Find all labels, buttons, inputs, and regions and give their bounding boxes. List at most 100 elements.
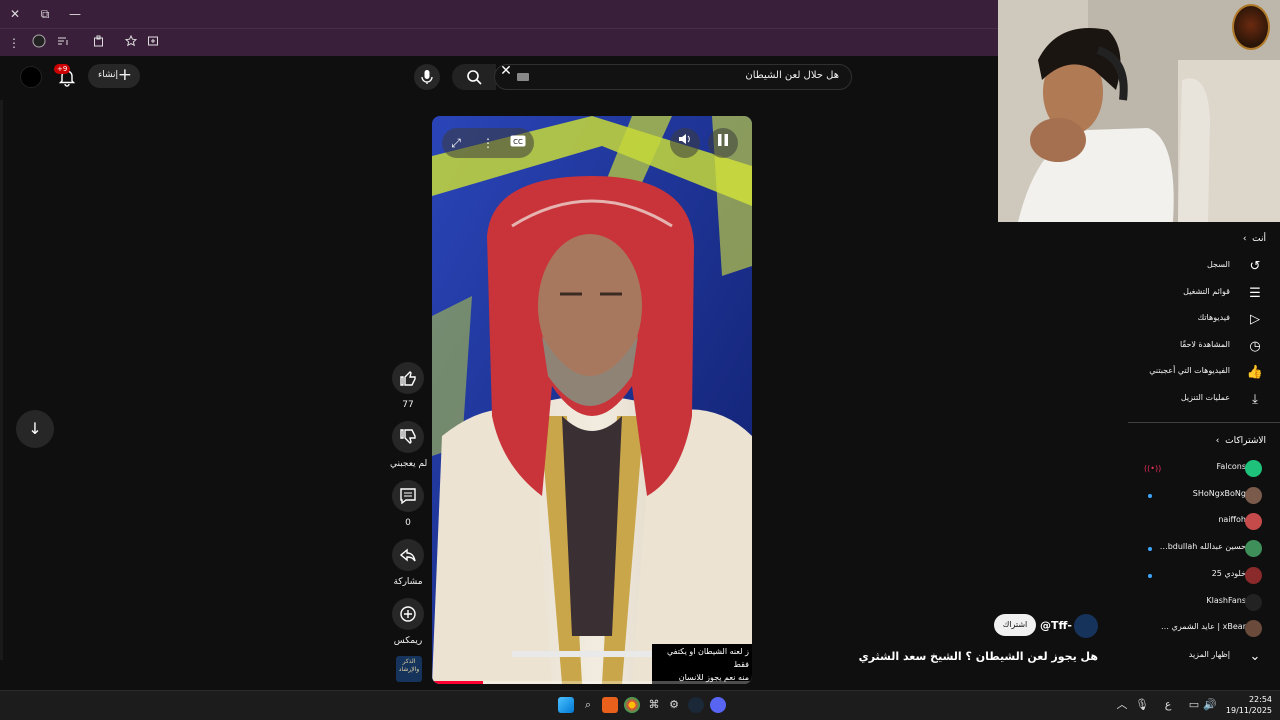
svg-text:CC: CC — [513, 138, 523, 146]
sidebar-item-label: المشاهدة لاحقًا — [1179, 339, 1230, 349]
reading-list-icon[interactable] — [54, 34, 72, 52]
sidebar-item-label: الفيديوهات التي أعجبتني — [1149, 366, 1230, 376]
subscription-name: xBear | عايد الشمري … — [1161, 622, 1246, 632]
pause-icon[interactable] — [711, 131, 735, 155]
sidebar-item-history[interactable]: السجل ↺ — [1128, 254, 1278, 280]
clear-search-icon[interactable]: ✕ — [498, 63, 514, 79]
remix-label: ريمكس — [393, 636, 423, 646]
sidebar-item-watch-later[interactable]: المشاهدة لاحقًا ◷ — [1128, 334, 1278, 360]
new-content-dot — [1148, 573, 1152, 578]
dislike-icon[interactable] — [392, 421, 424, 453]
sound-channel-thumbnail[interactable]: الذكر والإرشاد — [396, 656, 422, 682]
subscription-avatar — [1245, 566, 1262, 584]
dislike-action[interactable]: لم يعجبني — [390, 421, 428, 469]
voice-search-button[interactable] — [414, 64, 440, 90]
video-caption: ز لعنه الشيطان او يكتفي فقط منه نعم يجوز… — [652, 644, 752, 684]
sidebar-item-your-videos[interactable]: فيديوهاتك ▷ — [1128, 307, 1278, 333]
video-progress-fill — [432, 681, 484, 684]
like-count: 77 — [402, 400, 414, 410]
subscription-avatar — [1245, 593, 1262, 611]
bookmark-star-icon[interactable] — [122, 34, 140, 52]
app-icon-orange[interactable] — [602, 697, 618, 713]
display-icon[interactable]: ▭ — [1186, 697, 1202, 713]
subscription-name: SHoNgxBoNg — [1192, 488, 1246, 498]
subscription-name: حسين عبدالله bdullah… — [1159, 542, 1246, 552]
chevron-up-icon[interactable]: ︿ — [1114, 697, 1130, 713]
remix-action[interactable]: ريمكس — [390, 598, 426, 646]
system-clock[interactable]: 22:54 19/11/2025 — [1226, 694, 1272, 716]
comments-count: 0 — [405, 518, 411, 528]
your-videos-icon: ▷ — [1250, 312, 1260, 328]
shorts-video-player[interactable]: ⤢ ⋮ CC ز لعنه الشيطان او يكتفي فقط منه ن… — [432, 116, 752, 684]
share-icon[interactable] — [392, 539, 424, 571]
subscription-item[interactable]: naiffoh — [1128, 509, 1278, 535]
channel-handle[interactable]: @Tff- — [1040, 619, 1072, 632]
subscription-item[interactable]: حسين عبدالله bdullah… — [1128, 536, 1278, 562]
subscribe-button[interactable]: اشتراك — [994, 614, 1036, 636]
channel-avatar[interactable] — [1074, 614, 1098, 638]
subscription-item[interactable]: ((•)) Falcons — [1128, 456, 1278, 482]
share-label: مشاركة — [393, 577, 423, 587]
profile-icon[interactable] — [30, 34, 48, 52]
restore-icon[interactable]: ⧉ — [36, 5, 54, 23]
windows-taskbar: ⌕ ⌘ ⚙ ︿ 🎙 ع ▭ 🔊 22:54 19/11/2025 — [0, 690, 1280, 720]
search-input[interactable]: هل حلال لعن الشيطان — [494, 64, 852, 90]
comments-icon[interactable] — [392, 480, 424, 512]
taskbar-search-icon[interactable]: ⌕ — [580, 697, 596, 713]
speaker-icon[interactable]: 🔊 — [1202, 697, 1218, 713]
menu-icon[interactable]: ⋮ — [5, 34, 23, 52]
browser-toolbar: ⋮ — [0, 28, 1000, 56]
video-progress-bar[interactable] — [432, 681, 752, 684]
like-action[interactable]: 77 — [390, 362, 426, 410]
dislike-label: لم يعجبني — [390, 459, 428, 469]
subscription-name: Falcons — [1216, 462, 1246, 471]
subscription-avatar — [1245, 486, 1262, 504]
mic-icon — [421, 70, 433, 84]
sidebar-item-liked-videos[interactable]: الفيديوهات التي أعجبتني 👍 — [1128, 360, 1278, 386]
subscription-avatar — [1245, 540, 1262, 558]
volume-icon[interactable] — [673, 131, 697, 155]
like-icon[interactable] — [392, 362, 424, 394]
clock-time: 22:54 — [1248, 695, 1272, 704]
subscriptions-heading[interactable]: الاشتراكات › — [1216, 436, 1266, 446]
downloads-icon: ⤓ — [1252, 392, 1258, 407]
next-short-button[interactable]: ↓ — [16, 410, 54, 448]
steam-icon[interactable] — [688, 697, 704, 713]
windows-start-icon[interactable] — [558, 697, 574, 713]
gamepad-icon[interactable]: ⌘ — [646, 697, 662, 713]
you-section-heading[interactable]: أنت › — [1243, 234, 1266, 244]
input-language[interactable]: ع — [1160, 697, 1176, 713]
volume-control — [670, 128, 700, 158]
extensions-icon[interactable] — [90, 34, 108, 52]
show-more-button[interactable]: إظهار المزيد ⌄ — [1128, 644, 1278, 670]
clock-date: 19/11/2025 — [1225, 706, 1272, 715]
account-avatar[interactable] — [20, 66, 42, 88]
search-button[interactable] — [452, 64, 496, 90]
remix-icon[interactable] — [392, 598, 424, 630]
keyboard-icon[interactable] — [517, 73, 529, 81]
share-action[interactable]: مشاركة — [390, 539, 426, 587]
subscription-item[interactable]: KlashFans — [1128, 590, 1278, 616]
you-heading-label: أنت — [1252, 234, 1266, 244]
subscription-item[interactable]: xBear | عايد الشمري … — [1128, 616, 1278, 642]
playlist-icon: ☰ — [1249, 285, 1261, 301]
video-title[interactable]: هل يجوز لعن الشيطان ؟ الشيخ سعد الشثري — [859, 650, 1098, 663]
captions-icon[interactable]: CC — [506, 131, 530, 155]
install-app-icon[interactable] — [144, 34, 162, 52]
discord-icon[interactable] — [710, 697, 726, 713]
subscription-item[interactable]: خلودي 25 — [1128, 563, 1278, 589]
minimize-icon[interactable]: — — [66, 5, 84, 23]
create-button[interactable]: إنشاء + — [88, 64, 140, 88]
chrome-icon[interactable] — [624, 697, 640, 713]
comments-action[interactable]: 0 — [390, 480, 426, 528]
dev-home-icon[interactable]: ⚙ — [666, 697, 682, 713]
fullscreen-icon[interactable]: ⤢ — [444, 131, 468, 155]
sidebar-item-downloads[interactable]: عمليات التنزيل ⤓ — [1128, 387, 1278, 413]
watch-later-icon: ◷ — [1249, 338, 1261, 354]
sidebar-item-playlist[interactable]: قوائم التشغيل ☰ — [1128, 281, 1278, 307]
taskbar-mic-icon[interactable]: 🎙 — [1134, 697, 1150, 713]
chevron-down-icon: ⌄ — [1249, 649, 1261, 664]
subscription-item[interactable]: SHoNgxBoNg — [1128, 483, 1278, 509]
more-options-icon[interactable]: ⋮ — [476, 131, 500, 155]
close-icon[interactable]: ✕ — [6, 5, 24, 23]
